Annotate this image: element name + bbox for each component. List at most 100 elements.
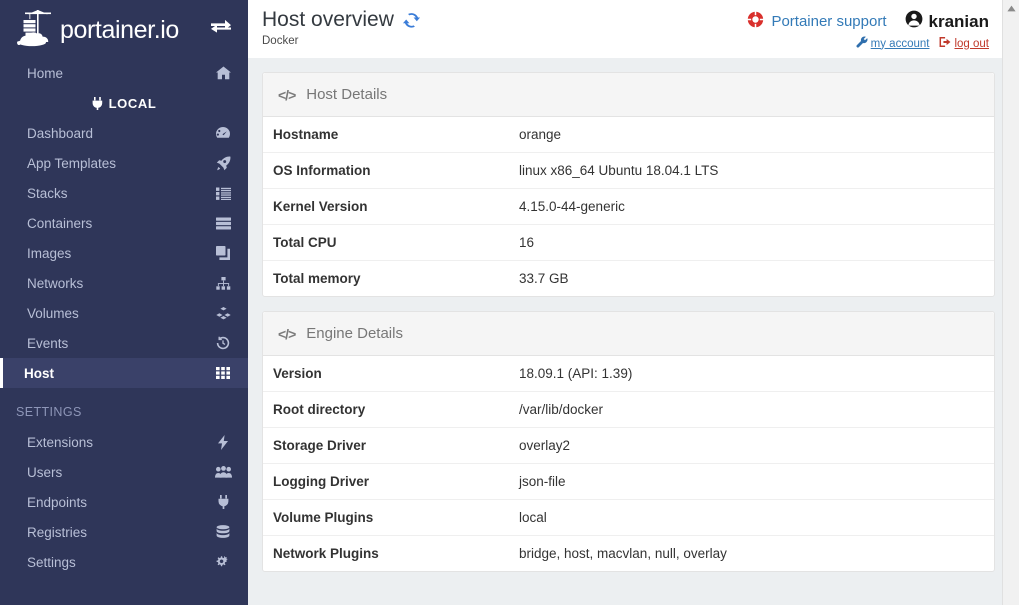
cogs-icon bbox=[214, 555, 232, 569]
row-value: linux x86_64 Ubuntu 18.04.1 LTS bbox=[519, 163, 719, 178]
endpoint-label: LOCAL bbox=[108, 95, 157, 111]
row-key: Hostname bbox=[273, 127, 339, 142]
user-menu[interactable]: kranian bbox=[905, 10, 989, 33]
engine-details-table: Version 18.09.1 (API: 1.39) Root directo… bbox=[263, 356, 994, 571]
cubes-icon bbox=[214, 306, 232, 320]
row-key: Storage Driver bbox=[273, 438, 367, 453]
tachometer-icon bbox=[214, 126, 232, 140]
engine-details-panel: </> Engine Details Version 18.09.1 (API:… bbox=[262, 311, 995, 572]
bolt-icon bbox=[214, 434, 232, 450]
logout-link[interactable]: log out bbox=[939, 36, 989, 51]
plug-icon bbox=[92, 96, 103, 110]
row-key: Volume Plugins bbox=[273, 510, 374, 525]
table-row: Hostname orange bbox=[263, 117, 994, 153]
sidebar-item-settings[interactable]: Settings bbox=[0, 547, 248, 577]
history-icon bbox=[214, 336, 232, 350]
table-row: Total memory 33.7 GB bbox=[263, 260, 994, 297]
sidebar-item-users[interactable]: Users bbox=[0, 457, 248, 487]
row-key: Version bbox=[273, 366, 322, 381]
sidebar-item-label: Settings bbox=[27, 554, 76, 570]
sidebar-item-containers[interactable]: Containers bbox=[0, 208, 248, 238]
scroll-up-arrow-icon[interactable] bbox=[1003, 0, 1019, 17]
th-icon bbox=[214, 367, 232, 379]
row-key: OS Information bbox=[273, 163, 371, 178]
panel-heading: </> Engine Details bbox=[263, 312, 994, 356]
row-key: Logging Driver bbox=[273, 474, 370, 489]
portainer-whale-logo-icon bbox=[16, 8, 60, 50]
sync-refresh-icon[interactable] bbox=[402, 11, 421, 30]
sidebar-item-extensions[interactable]: Extensions bbox=[0, 427, 248, 457]
sidebar-item-label: Events bbox=[27, 335, 69, 351]
sidebar-item-label: Home bbox=[27, 65, 64, 81]
sidebar-item-networks[interactable]: Networks bbox=[0, 268, 248, 298]
code-icon: </> bbox=[278, 86, 296, 103]
panel-heading: </> Host Details bbox=[263, 73, 994, 117]
page-title: Host overview bbox=[262, 8, 394, 31]
active-endpoint-indicator: LOCAL bbox=[0, 88, 248, 118]
wrench-icon bbox=[856, 36, 868, 51]
server-icon bbox=[214, 217, 232, 230]
host-details-table: Hostname orange OS Information linux x86… bbox=[263, 117, 994, 296]
sidebar-item-images[interactable]: Images bbox=[0, 238, 248, 268]
content-area: </> Host Details Hostname orange OS Info… bbox=[248, 58, 1019, 605]
sidebar-item-volumes[interactable]: Volumes bbox=[0, 298, 248, 328]
users-icon bbox=[214, 466, 232, 478]
sidebar-item-label: Networks bbox=[27, 275, 84, 291]
code-icon: </> bbox=[278, 325, 296, 342]
row-value: 18.09.1 (API: 1.39) bbox=[519, 366, 633, 381]
row-value: 33.7 GB bbox=[519, 271, 569, 286]
username: kranian bbox=[928, 11, 989, 31]
page-scrollbar[interactable] bbox=[1002, 0, 1019, 605]
sidebar-item-label: Users bbox=[27, 464, 63, 480]
sidebar-item-label: Dashboard bbox=[27, 125, 94, 141]
table-row: Kernel Version 4.15.0-44-generic bbox=[263, 188, 994, 225]
sidebar-item-label: Host bbox=[24, 365, 54, 381]
portainer-support-link[interactable]: Portainer support bbox=[747, 11, 887, 32]
home-icon bbox=[214, 66, 232, 80]
portainer-support-label: Portainer support bbox=[771, 13, 887, 30]
exchange-arrows-icon[interactable] bbox=[208, 18, 234, 40]
sidebar-item-dashboard[interactable]: Dashboard bbox=[0, 118, 248, 148]
sidebar-item-app-templates[interactable]: App Templates bbox=[0, 148, 248, 178]
row-value: bridge, host, macvlan, null, overlay bbox=[519, 546, 727, 561]
sidebar-item-host[interactable]: Host bbox=[0, 358, 248, 388]
brand-logo[interactable]: portainer.io bbox=[16, 8, 208, 50]
table-row: Version 18.09.1 (API: 1.39) bbox=[263, 356, 994, 392]
sidebar-item-label: App Templates bbox=[27, 155, 117, 171]
sidebar-item-endpoints[interactable]: Endpoints bbox=[0, 487, 248, 517]
header-bottom-row: my account log out bbox=[856, 36, 989, 51]
row-key: Total memory bbox=[273, 271, 361, 286]
table-row: OS Information linux x86_64 Ubuntu 18.04… bbox=[263, 152, 994, 189]
table-row: Total CPU 16 bbox=[263, 224, 994, 261]
panel-title: Host Details bbox=[306, 86, 388, 103]
sitemap-icon bbox=[214, 276, 232, 290]
table-row: Storage Driver overlay2 bbox=[263, 427, 994, 464]
page-subtitle: Docker bbox=[262, 35, 299, 48]
clone-icon bbox=[214, 246, 232, 260]
sidebar-item-stacks[interactable]: Stacks bbox=[0, 178, 248, 208]
sidebar-item-label: Stacks bbox=[27, 185, 68, 201]
panel-title: Engine Details bbox=[306, 325, 403, 342]
my-account-label: my account bbox=[870, 37, 930, 50]
host-details-panel: </> Host Details Hostname orange OS Info… bbox=[262, 72, 995, 297]
row-value: 16 bbox=[519, 235, 535, 250]
sign-out-icon bbox=[939, 36, 951, 51]
sidebar-nav: Home LOCAL Dashboard App Templates Stack… bbox=[0, 58, 248, 605]
list-icon bbox=[214, 187, 232, 200]
sidebar-item-label: Registries bbox=[27, 524, 88, 540]
row-key: Total CPU bbox=[273, 235, 337, 250]
header-top-row: Portainer support kranian bbox=[747, 10, 989, 33]
page-header: Host overview Docker Portainer support k… bbox=[248, 0, 1019, 58]
database-icon bbox=[214, 525, 232, 539]
table-row: Volume Plugins local bbox=[263, 499, 994, 536]
portainer-app-window: portainer.io Home LOCAL Dashboard App Te… bbox=[0, 0, 1019, 605]
sidebar-item-registries[interactable]: Registries bbox=[0, 517, 248, 547]
sidebar-item-events[interactable]: Events bbox=[0, 328, 248, 358]
row-value: json-file bbox=[519, 474, 566, 489]
sidebar-item-home[interactable]: Home bbox=[0, 58, 248, 88]
sidebar: portainer.io Home LOCAL Dashboard App Te… bbox=[0, 0, 248, 605]
sidebar-item-label: Extensions bbox=[27, 434, 94, 450]
sidebar-item-label: Volumes bbox=[27, 305, 79, 321]
my-account-link[interactable]: my account bbox=[856, 36, 930, 51]
